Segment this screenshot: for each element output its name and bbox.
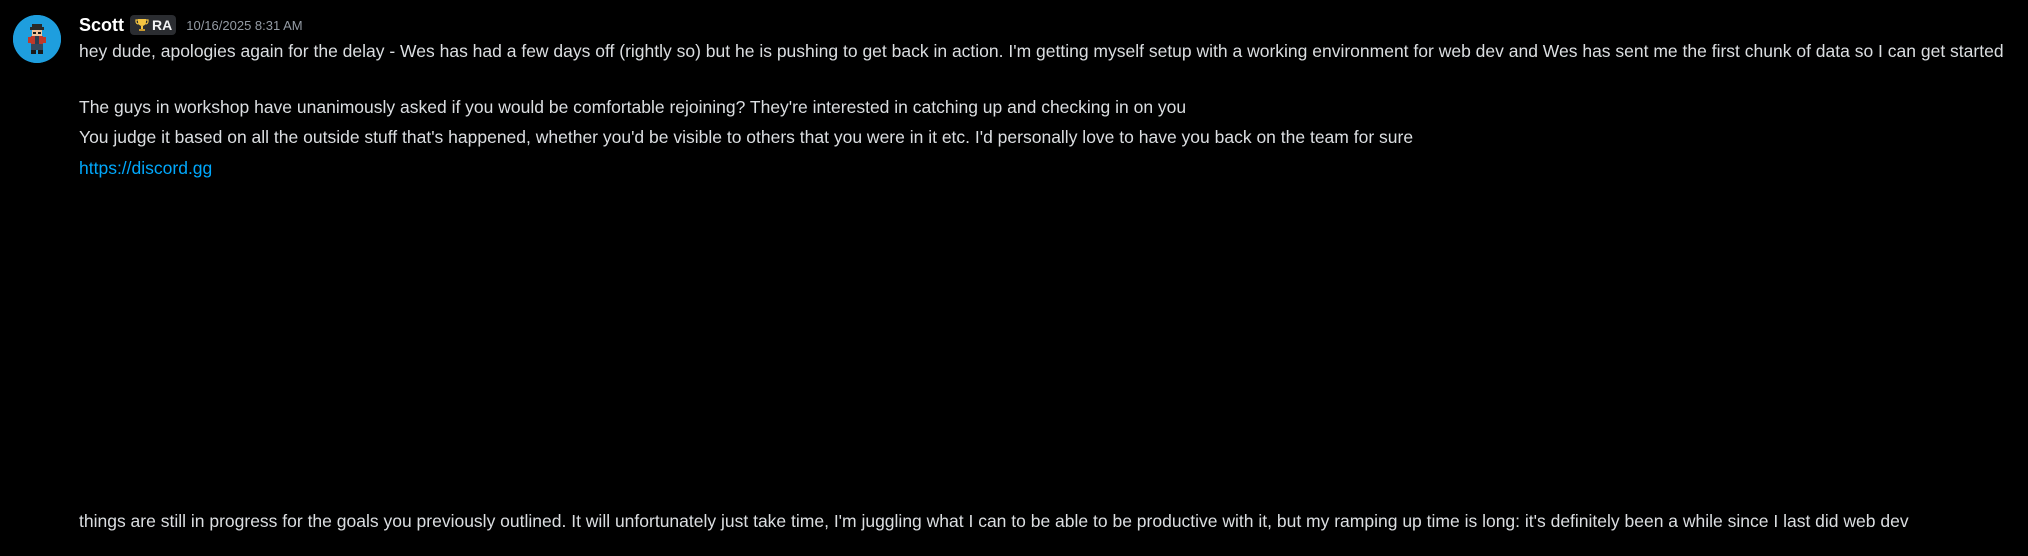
avatar-character-icon [13,15,61,63]
message-line: https://discord.gg [79,155,2014,181]
role-badge-label: RA [152,17,173,33]
message-line: You judge it based on all the outside st… [79,127,1414,147]
timestamp[interactable]: 10/16/2025 8:31 AM [186,18,302,33]
chat-message: Scott RA 10/16/2025 8:31 AM hey dude, ap… [0,0,2028,556]
trophy-icon [135,19,149,31]
message-line: things are still in progress for the goa… [79,511,1909,531]
username[interactable]: Scott [79,15,124,36]
message-header: Scott RA 10/16/2025 8:31 AM [79,13,303,37]
message-line: The guys in workshop have unanimously as… [79,97,1187,117]
message-line: hey dude, apologies again for the delay … [79,41,2004,61]
avatar[interactable] [13,15,61,63]
invite-link[interactable]: https://discord.gg [79,158,212,178]
embed-placeholder [79,190,1479,490]
role-badge[interactable]: RA [130,15,177,35]
